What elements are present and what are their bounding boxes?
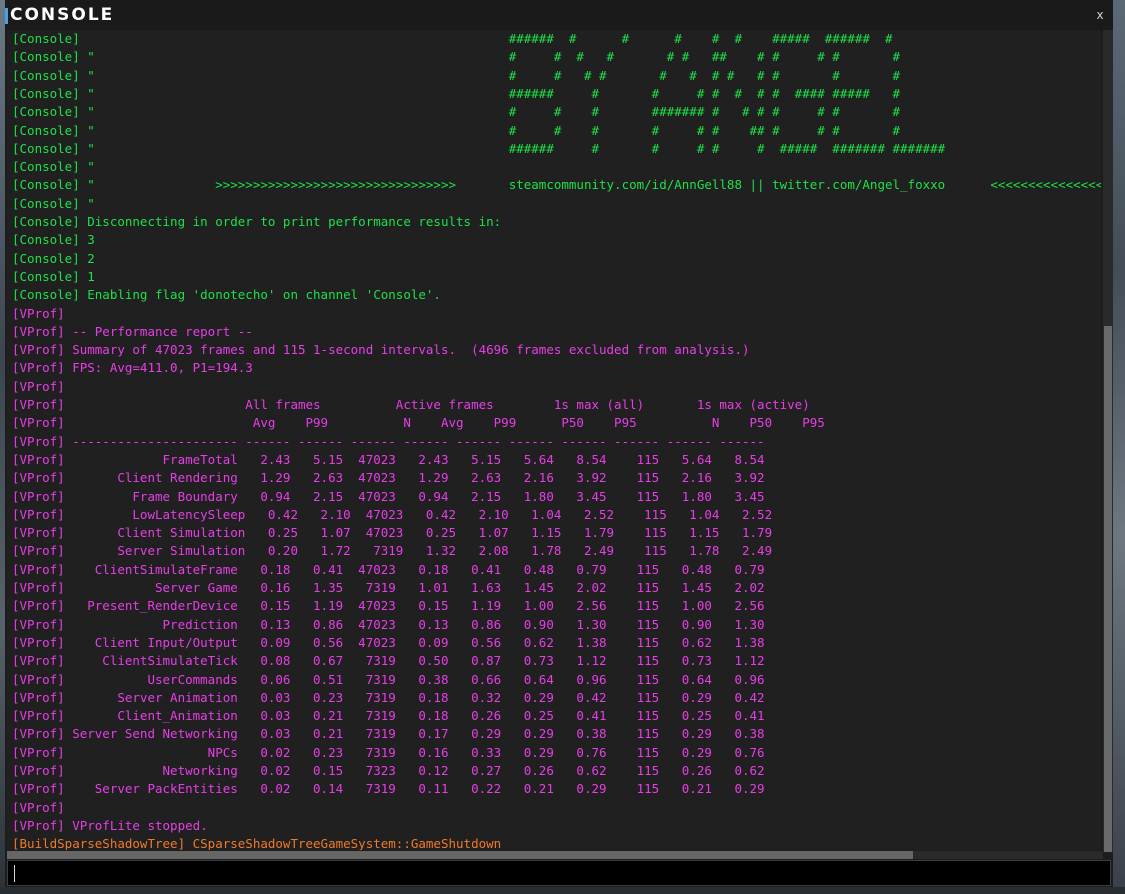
console-line: [VProf] All frames Active frames 1s max …: [12, 397, 810, 412]
console-line: [Console] Enabling flag 'donotecho' on c…: [12, 287, 441, 303]
console-line: [VProf] ClientSimulateFrame 0.18 0.41 47…: [12, 561, 765, 577]
console-output[interactable]: [Console] ###### # # # # # ##### ###### …: [7, 30, 1101, 850]
console-line: [VProf]: [12, 799, 65, 815]
vertical-scrollbar[interactable]: [1103, 30, 1113, 852]
console-line: [Console] Disconnecting in order to prin…: [12, 214, 502, 229]
console-line: [Console] 2: [12, 250, 95, 266]
console-line: [VProf] Server Simulation 0.20 1.72 7319…: [12, 543, 773, 559]
console-input[interactable]: [7, 860, 1111, 886]
console-line: [Console] " # # # ####### # # # # # # #: [12, 104, 901, 120]
console-line: [VProf] Networking 0.02 0.15 7323 0.12 0…: [12, 763, 765, 778]
title-accent-bar: [5, 8, 8, 24]
console-line: [VProf] VProfLite stopped.: [12, 817, 208, 833]
console-line: [VProf] NPCs 0.02 0.23 7319 0.16 0.33 0.…: [12, 744, 765, 760]
console-line: [VProf] Frame Boundary 0.94 2.15 47023 0…: [12, 488, 765, 504]
console-line: [VProf] Summary of 47023 frames and 115 …: [12, 342, 750, 358]
console-line: [VProf] Client Rendering 1.29 2.63 47023…: [12, 470, 765, 486]
console-line: [Console] ": [12, 159, 95, 175]
console-window: CONSOLE x [Console] ###### # # # # # ###…: [5, 0, 1113, 894]
window-title: CONSOLE: [10, 5, 115, 25]
console-line: [VProf] ---------------------- ------ --…: [12, 433, 765, 449]
console-line: [VProf] Avg P99 N Avg P99 P50 P95 N P50 …: [12, 415, 825, 431]
console-line: [VProf] Server Send Networking 0.03 0.21…: [12, 726, 765, 742]
console-line: [Console] 1: [12, 268, 95, 284]
text-caret: [14, 865, 15, 882]
background-game-right: [1113, 0, 1125, 894]
vertical-scroll-thumb[interactable]: [1104, 326, 1112, 852]
console-line: [Console] " # # # # # # # # # # # #: [12, 67, 901, 83]
console-line: [VProf] Client Input/Output 0.09 0.56 47…: [12, 634, 765, 650]
console-line: [Console] " # # # # # # ## # # # # #: [12, 49, 901, 65]
console-line: [VProf] Prediction 0.13 0.86 47023 0.13 …: [12, 616, 765, 632]
console-line: [VProf] FrameTotal 2.43 5.15 47023 2.43 …: [12, 451, 765, 467]
title-bar[interactable]: CONSOLE x: [5, 0, 1113, 32]
background-taskbar: [0, 887, 1125, 894]
console-line: [VProf]: [12, 378, 65, 394]
console-line: [VProf] Server PackEntities 0.02 0.14 73…: [12, 781, 765, 797]
console-line: [VProf] Server Game 0.16 1.35 7319 1.01 …: [12, 580, 765, 595]
console-line: [Console] ": [12, 195, 95, 211]
horizontal-scrollbar[interactable]: [7, 851, 1103, 859]
console-line: [Console] 3: [12, 232, 95, 248]
console-line: [VProf] UserCommands 0.06 0.51 7319 0.38…: [12, 671, 765, 687]
console-line: [Console] " ###### # # # # # ##### #####…: [12, 140, 946, 156]
console-line: [VProf] Client_Animation 0.03 0.21 7319 …: [12, 708, 765, 724]
horizontal-scroll-thumb[interactable]: [7, 851, 913, 859]
console-line: [Console] " ###### # # # # # # # #### ##…: [12, 85, 901, 101]
console-line: [Console] " # # # # # # ## # # # #: [12, 122, 901, 138]
console-line: [VProf] -- Performance report --: [12, 323, 253, 339]
console-line: [VProf] Present_RenderDevice 0.15 1.19 4…: [12, 598, 765, 614]
console-line: [VProf] ClientSimulateTick 0.08 0.67 731…: [12, 653, 765, 669]
close-button[interactable]: x: [1091, 6, 1109, 24]
console-line: [VProf] Client Simulation 0.25 1.07 4702…: [12, 525, 773, 541]
console-line: [Console] " >>>>>>>>>>>>>>>>>>>>>>>>>>>>…: [12, 177, 1101, 193]
console-line: [VProf] FPS: Avg=411.0, P1=194.3: [12, 360, 253, 376]
console-line: [VProf] LowLatencySleep 0.42 2.10 47023 …: [12, 506, 773, 522]
console-line: [BuildSparseShadowTree] CSparseShadowTre…: [12, 836, 502, 850]
console-line: [Console] ###### # # # # # ##### ###### …: [12, 31, 893, 46]
console-line: [VProf]: [12, 305, 65, 321]
console-line: [VProf] Server Animation 0.03 0.23 7319 …: [12, 689, 765, 705]
